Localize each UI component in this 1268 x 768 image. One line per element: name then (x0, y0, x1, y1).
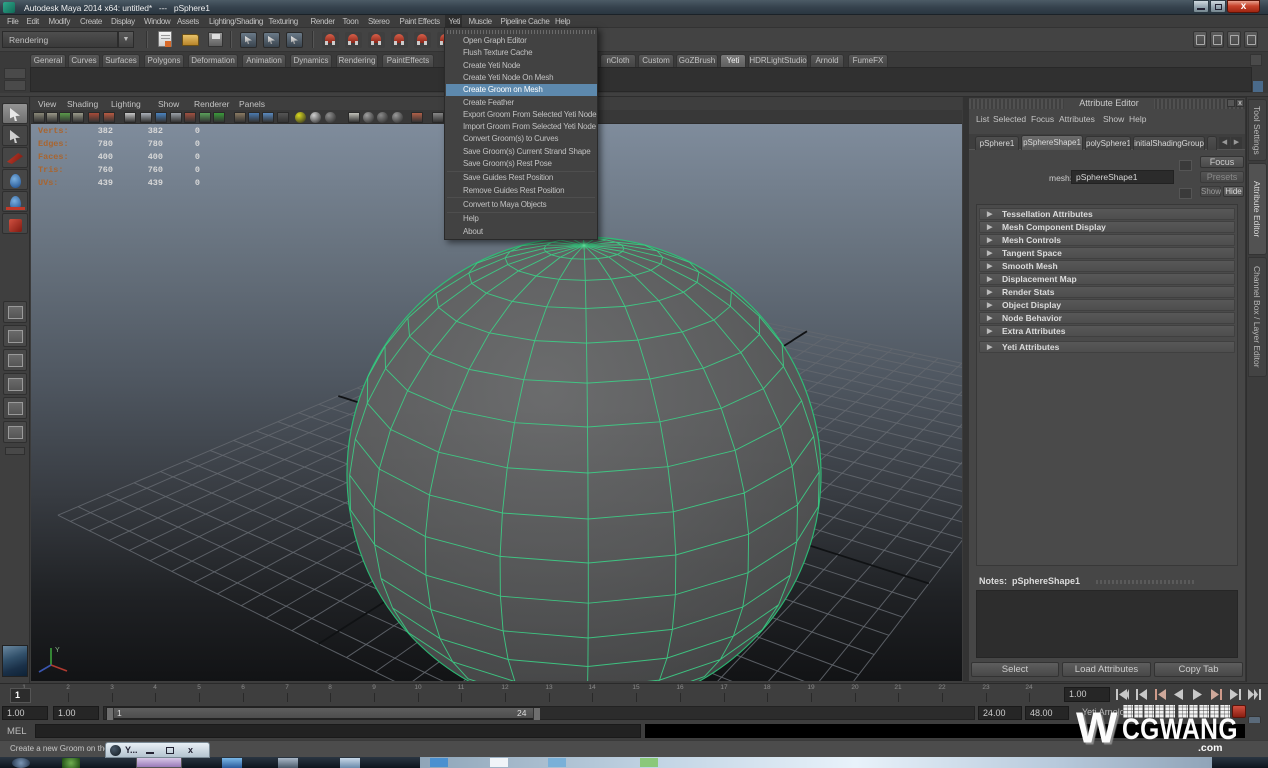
svg-text:Y: Y (55, 647, 60, 654)
